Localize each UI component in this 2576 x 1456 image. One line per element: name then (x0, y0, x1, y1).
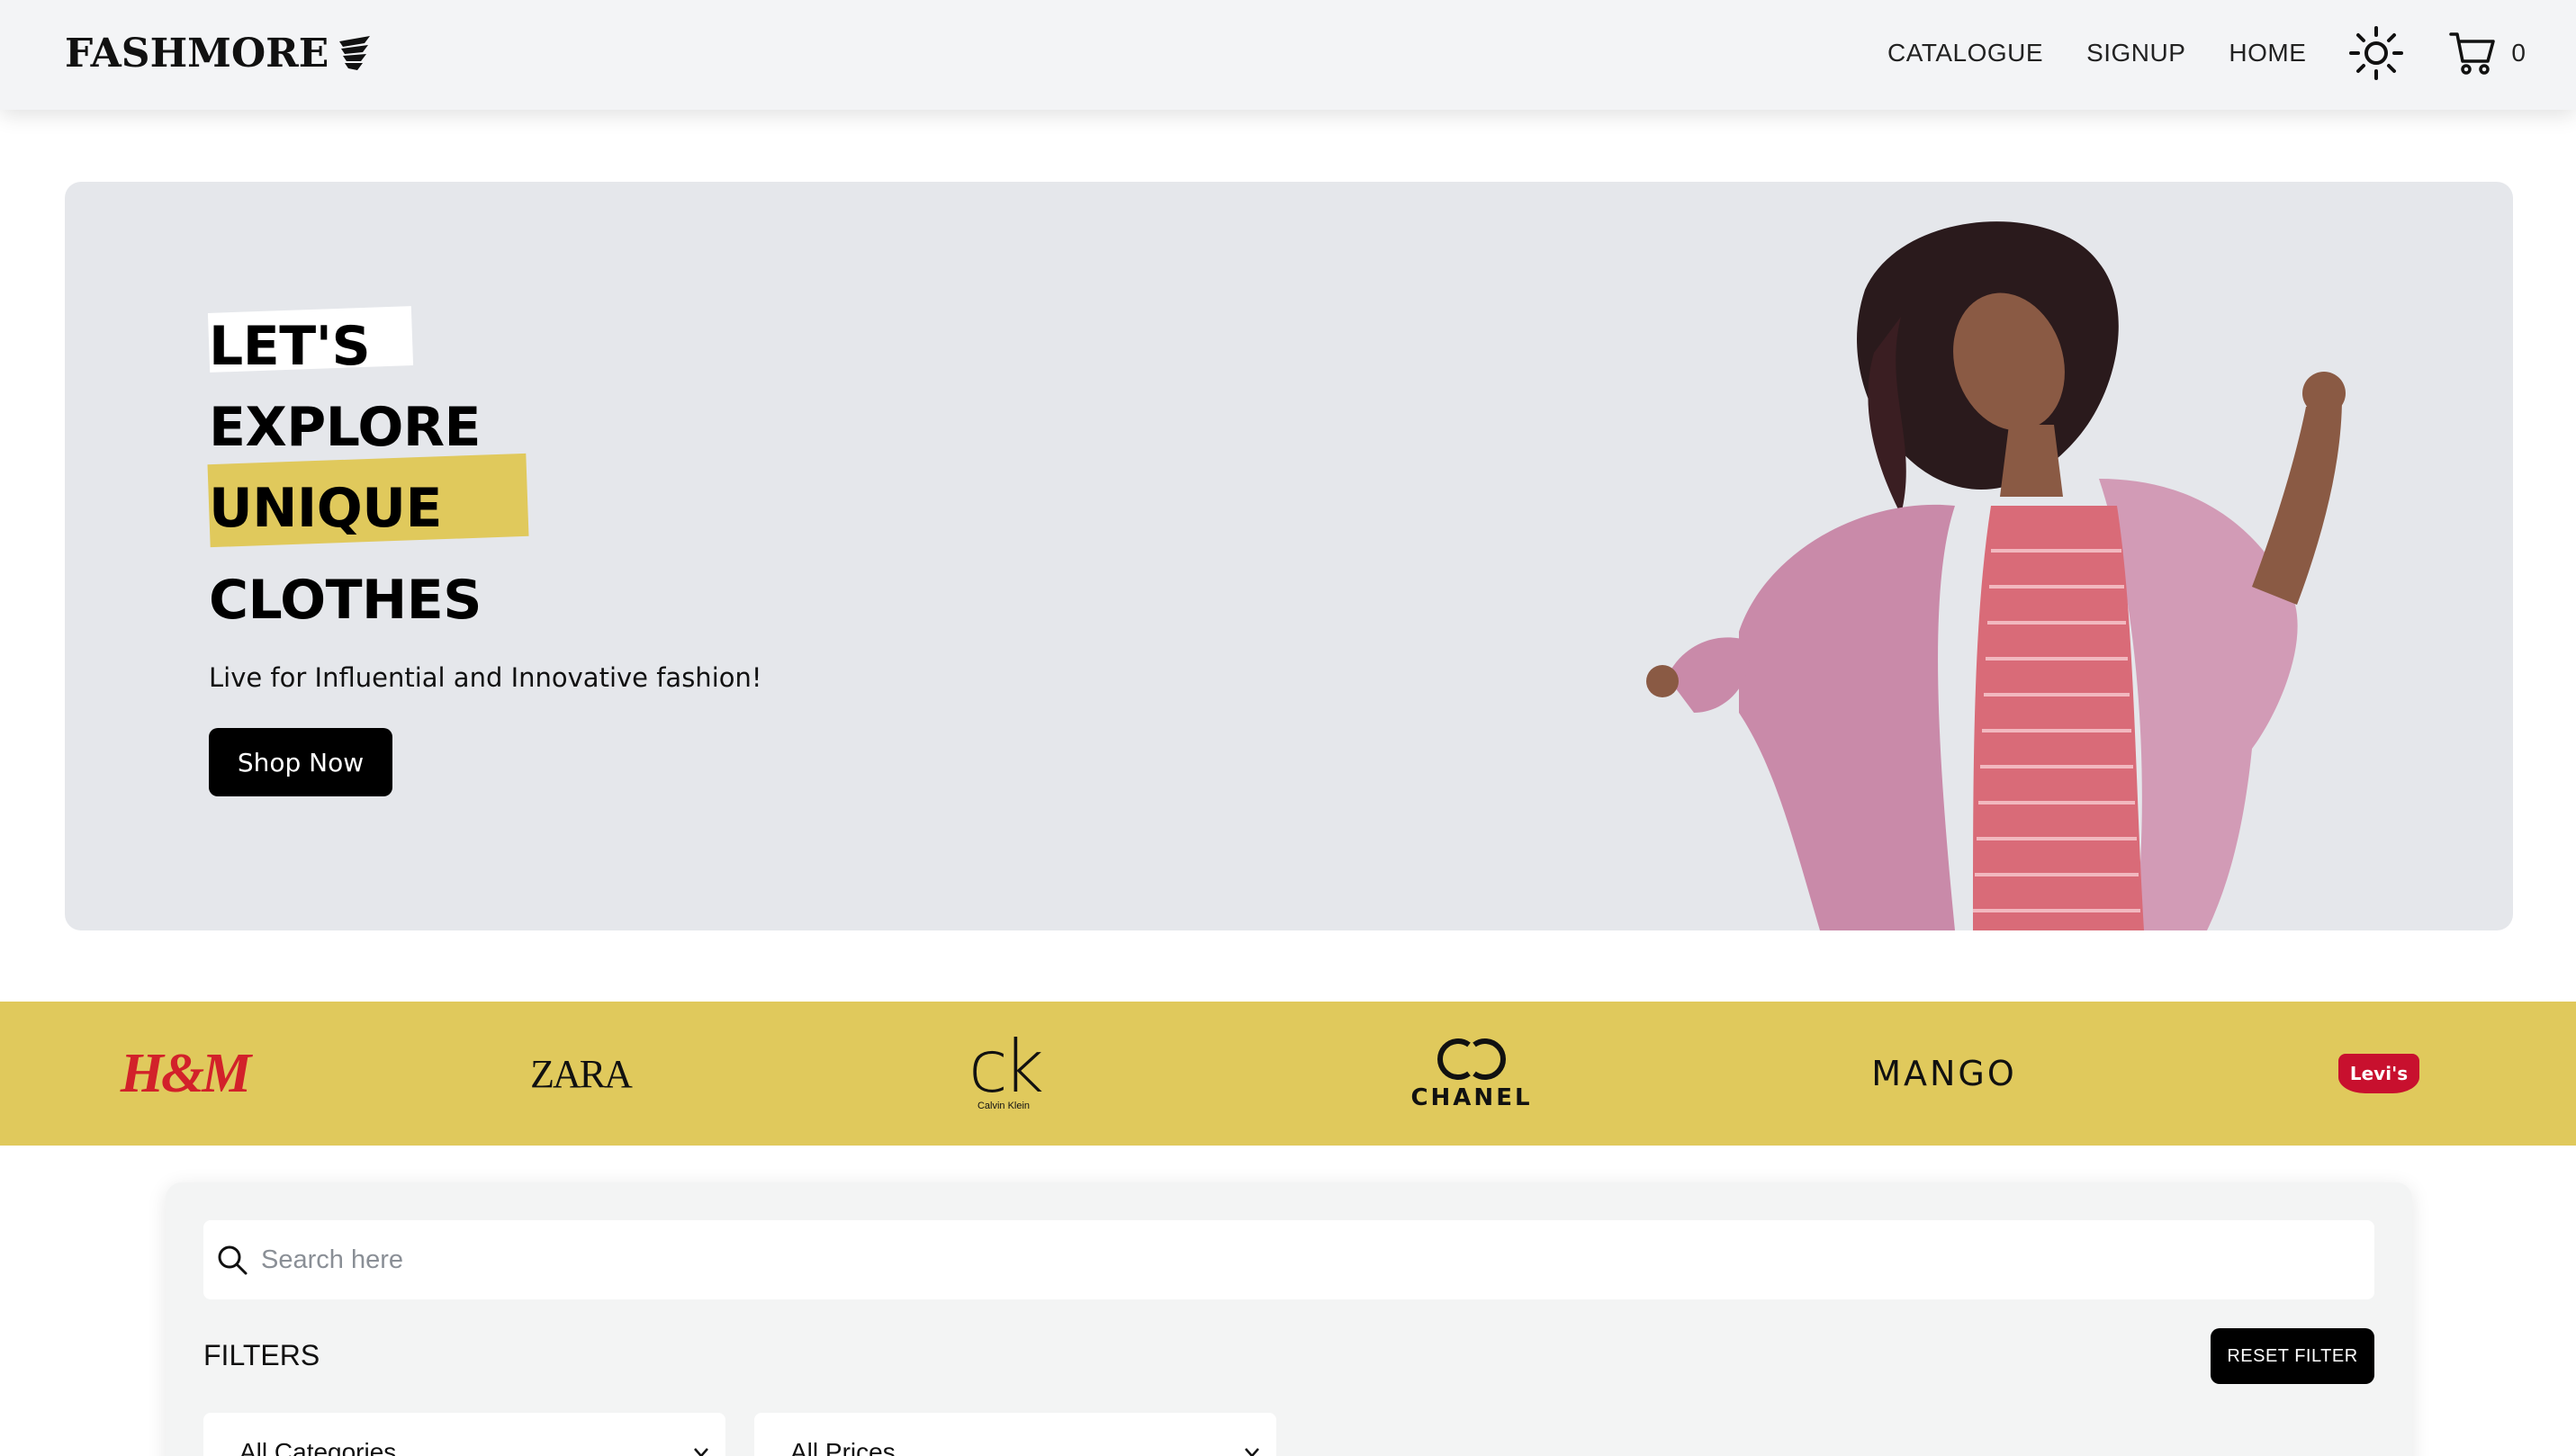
chanel-wordmark: CHANEL (1410, 1084, 1533, 1111)
chevron-down-icon (694, 1448, 708, 1456)
brand-hm-logo[interactable]: H&M (121, 1002, 252, 1146)
nav-signup[interactable]: SIGNUP (2086, 39, 2185, 67)
search-bar (203, 1220, 2374, 1299)
hero-banner: LET'S EXPLORE UNIQUE CLOTHES Live for In… (65, 182, 2513, 930)
levis-badge: Levi's (2338, 1054, 2419, 1093)
hero-model-image (1646, 221, 2346, 930)
ck-wordmark: Calvin Klein (977, 1101, 1031, 1111)
logo-text: FASHMORE (65, 30, 329, 76)
nav-home[interactable]: HOME (2229, 39, 2306, 67)
brand-ck-logo[interactable]: ck Calvin Klein (963, 1002, 1044, 1146)
chevron-down-icon (1245, 1448, 1259, 1456)
brand-logo[interactable]: FASHMORE (65, 27, 375, 79)
hero-line-1: LET'S (207, 306, 482, 387)
hero-line-4: CLOTHES (209, 569, 482, 632)
hero-headline: LET'S EXPLORE UNIQUE CLOTHES (207, 306, 529, 641)
hero-line-2: EXPLORE (209, 396, 482, 459)
brand-levis-logo[interactable]: Levi's (2337, 1002, 2421, 1146)
brand-mango-logo[interactable]: MANGO (1863, 1002, 2025, 1146)
cart-count-badge: 0 (2511, 39, 2526, 67)
reset-filter-button[interactable]: RESET FILTER (2211, 1328, 2374, 1384)
search-input[interactable] (261, 1245, 2331, 1275)
ck-mark: ck (968, 1025, 1044, 1109)
brand-zara-logo[interactable]: ZARA (530, 1002, 633, 1146)
brand-strip: H&M ZARA ck Calvin Klein CHANEL MANGO Le… (0, 1002, 2576, 1146)
page: FASHMORE CATALOGUE SIGNUP HOME 0 LET'S E… (0, 0, 2576, 1456)
search-icon (218, 1245, 248, 1275)
price-select-value: All Prices (790, 1438, 896, 1456)
hero-line-3: UNIQUE (207, 453, 529, 549)
brand-chanel-logo[interactable]: CHANEL (1410, 1002, 1533, 1146)
cart-icon (2449, 32, 2496, 75)
main-nav: CATALOGUE SIGNUP HOME 0 (1887, 0, 2526, 106)
category-select-value: All Categories (239, 1438, 397, 1456)
filter-panel: FILTERS RESET FILTER All Categories All … (166, 1182, 2412, 1456)
filters-heading: FILTERS (203, 1339, 320, 1371)
sun-icon[interactable] (2347, 24, 2405, 82)
nav-catalogue[interactable]: CATALOGUE (1887, 39, 2043, 67)
cart-button[interactable]: 0 (2448, 29, 2526, 77)
price-select[interactable]: All Prices (754, 1413, 1276, 1456)
category-select[interactable]: All Categories (203, 1413, 725, 1456)
shop-now-button[interactable]: Shop Now (209, 728, 392, 796)
chanel-cc-icon (1437, 1038, 1506, 1080)
top-navbar: FASHMORE CATALOGUE SIGNUP HOME 0 (0, 0, 2576, 110)
hero-subtitle: Live for Influential and Innovative fash… (209, 662, 762, 693)
logo-mark-icon (339, 36, 371, 70)
